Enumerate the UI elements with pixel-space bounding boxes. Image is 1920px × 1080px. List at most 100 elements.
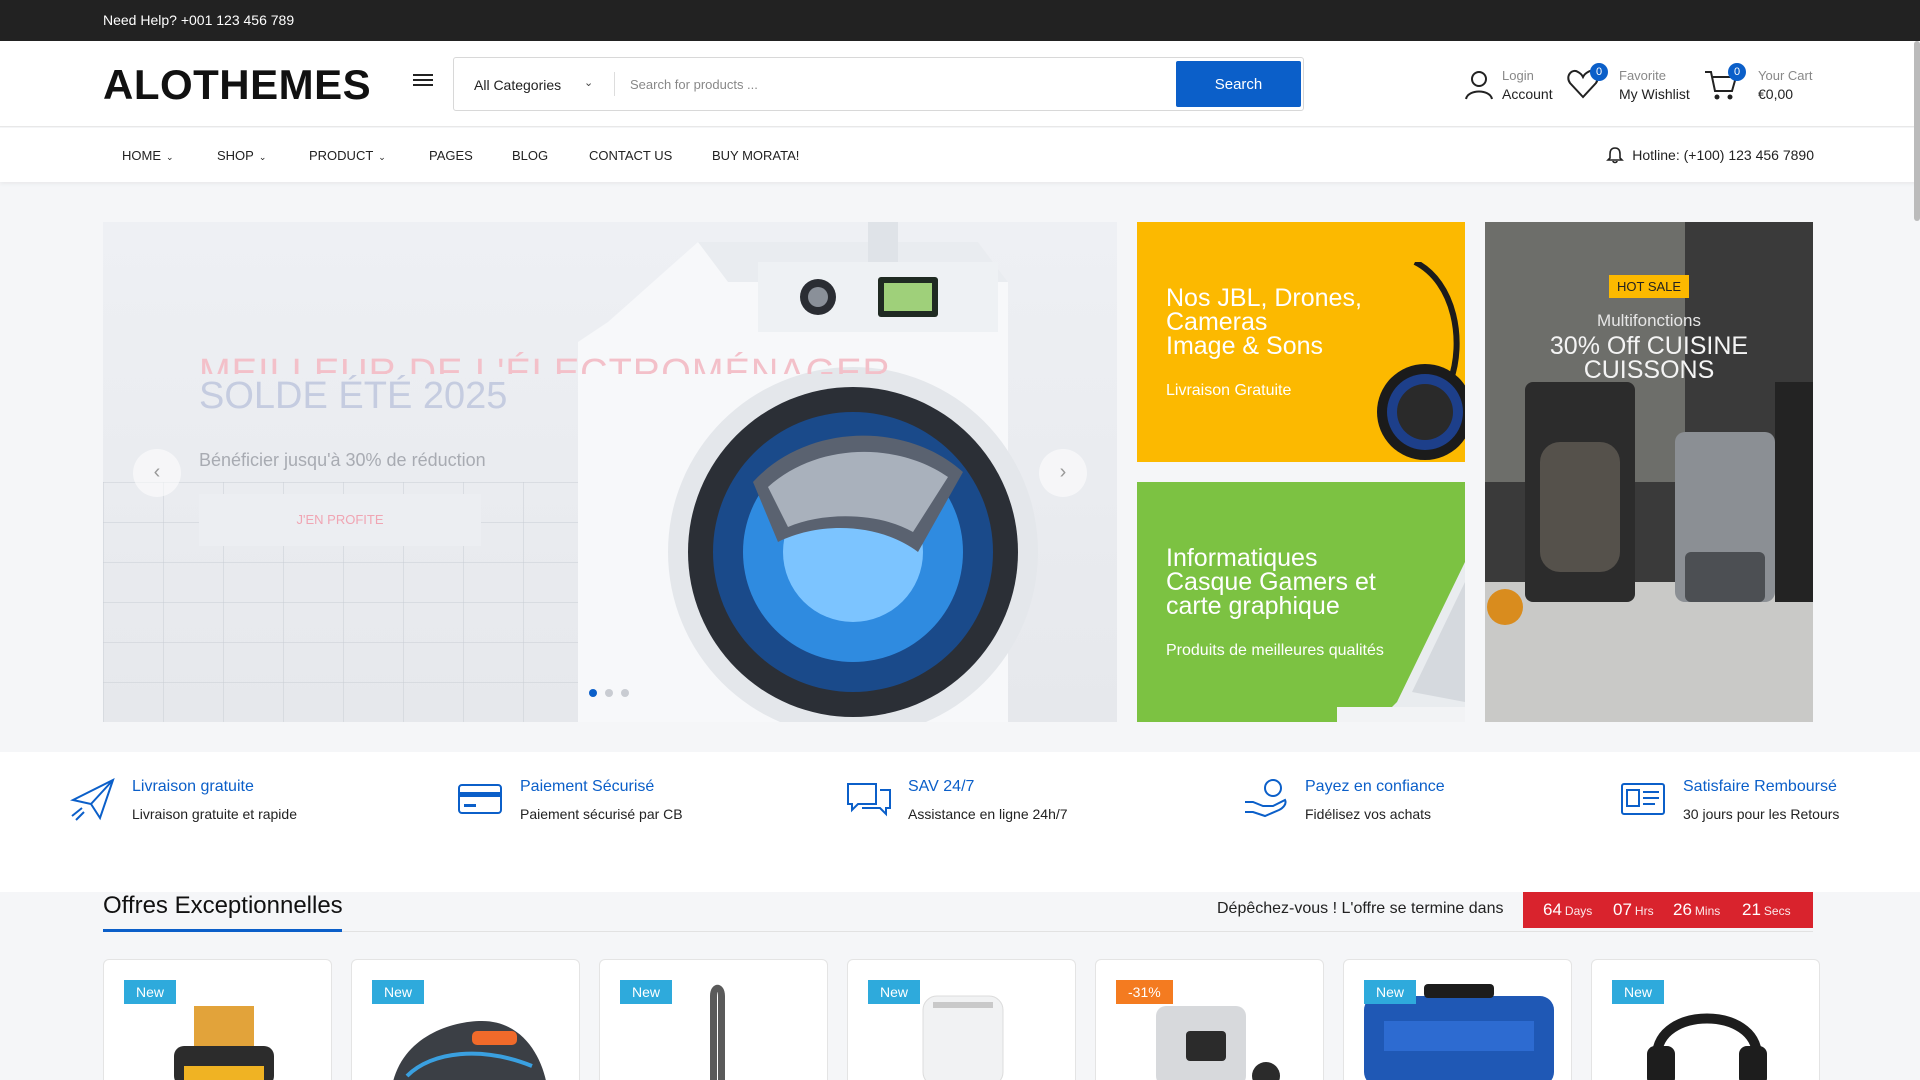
hero-title: SOLDE ÉTÉ 2025 (199, 375, 508, 417)
banner-title-line: carte graphique (1166, 592, 1340, 620)
feature-desc: Assistance en ligne 24h/7 (908, 806, 1068, 822)
nav-item-contact[interactable]: CONTACT US (589, 148, 672, 163)
banner-audio-subtitle: Livraison Gratuite (1166, 382, 1292, 399)
nav-label: PRODUCT (309, 148, 374, 163)
countdown-unit: Mins (1694, 904, 1721, 918)
countdown-unit: Hrs (1634, 904, 1654, 918)
nav-item-home[interactable]: HOME ⌄ (122, 148, 174, 163)
search-button[interactable]: Search (1176, 61, 1301, 107)
hero-slider: MEILLEUR DE L'ÉLECTROMÉNAGER SOLDE ÉTÉ 2… (103, 222, 1117, 722)
paper-plane-icon (70, 778, 115, 821)
slider-dot[interactable] (605, 689, 613, 697)
site-logo[interactable]: ALOTHEMES (103, 61, 371, 109)
countdown-value: 26 (1673, 900, 1692, 919)
nav-item-buy[interactable]: BUY MORATA! (712, 148, 799, 163)
banner-audio-title: Nos JBL, Drones, Cameras Image & Sons (1166, 284, 1362, 360)
chevron-down-icon: ⌄ (378, 152, 386, 162)
wishlist-count-badge: 0 (1590, 63, 1608, 81)
countdown-hours: 07 Hrs (1613, 900, 1654, 920)
main-nav: HOME ⌄ SHOP ⌄ PRODUCT ⌄ PAGES BLOG CONTACT … (0, 128, 1920, 182)
washing-machine-image (578, 222, 1038, 722)
search-bar: All Categories ⌄ Search (453, 57, 1304, 111)
credit-card-icon (458, 784, 502, 814)
nav-item-blog[interactable]: BLOG (512, 148, 548, 163)
banner-title-line: Nos JBL, Drones, (1166, 284, 1362, 312)
slider-next-icon[interactable]: › (1039, 449, 1087, 497)
product-card[interactable]: New (103, 959, 332, 1080)
headphones-image (1377, 262, 1465, 460)
product-tag: -31% (1116, 980, 1173, 1004)
countdown-value: 64 (1543, 900, 1562, 919)
countdown-unit: Secs (1763, 904, 1791, 918)
hurry-text: Dépêchez-vous ! L'offre se termine dans (1217, 900, 1504, 917)
banner-kitchen[interactable]: HOT SALE Multifonctions 30% Off CUISINE … (1485, 222, 1813, 722)
banner-computers-subtitle: Produits de meilleures qualités (1166, 642, 1384, 659)
nav-item-pages[interactable]: PAGES (429, 148, 473, 163)
account-label: Account (1502, 86, 1553, 102)
chevron-down-icon: ⌄ (166, 152, 174, 162)
chat-icon (847, 783, 891, 817)
banner-title-line: Image & Sons (1166, 332, 1324, 360)
banner-computers-title: Informatiques Casque Gamers et carte gra… (1166, 544, 1376, 620)
product-tag: New (1612, 980, 1665, 1004)
feature-desc: Livraison gratuite et rapide (132, 806, 297, 822)
nav-item-product[interactable]: PRODUCT ⌄ (309, 148, 386, 163)
product-tag: New (868, 980, 921, 1004)
product-card[interactable]: New (1591, 959, 1820, 1080)
product-tag: New (124, 980, 177, 1004)
product-card[interactable]: New (847, 959, 1076, 1080)
hotline-text: Hotline: (+100) 123 456 7890 (1632, 147, 1814, 163)
search-input[interactable] (630, 66, 1190, 102)
chevron-down-icon: ⌄ (584, 77, 594, 89)
banner-title-line: Informatiques (1166, 544, 1318, 572)
banner-title-line: Casque Gamers et (1166, 568, 1376, 596)
banner-kitchen-title: 30% Off CUISINE CUISSONS (1485, 332, 1813, 384)
features-bar: Livraison gratuite Livraison gratuite et… (0, 752, 1920, 892)
countdown-days: 64 Days (1543, 900, 1592, 920)
banner-audio[interactable]: Nos JBL, Drones, Cameras Image & Sons Li… (1137, 222, 1465, 462)
deals-title-underline (103, 929, 342, 932)
hamburger-menu-icon[interactable] (413, 71, 433, 91)
hot-sale-badge: HOT SALE (1609, 275, 1690, 298)
chevron-down-icon: ⌄ (258, 152, 267, 162)
cart-small-label: Your Cart (1758, 68, 1813, 83)
wishlist-link[interactable]: 0 Favorite My Wishlist (1566, 63, 1696, 105)
product-card[interactable]: New (599, 959, 828, 1080)
bell-icon (1606, 147, 1625, 164)
banner-title-line: 30% Off CUISINE (1549, 332, 1749, 360)
hero-cta-button[interactable]: J'EN PROFITE (199, 494, 481, 546)
slider-dot[interactable] (621, 689, 629, 697)
hero-kicker: MEILLEUR DE L'ÉLECTROMÉNAGER (199, 352, 891, 374)
countdown-minutes: 26 Mins (1673, 900, 1720, 920)
slider-dot[interactable] (589, 689, 597, 697)
product-card[interactable]: New (351, 959, 580, 1080)
feature-desc: 30 jours pour les Retours (1683, 806, 1840, 822)
wishlist-small-label: Favorite (1619, 68, 1666, 83)
feature-title: SAV 24/7 (908, 778, 975, 795)
cart-count-badge: 0 (1728, 63, 1746, 81)
slider-dots (589, 684, 637, 702)
product-tag: New (1364, 980, 1417, 1004)
nav-item-shop[interactable]: SHOP ⌄ (217, 148, 266, 163)
header: ALOTHEMES All Categories ⌄ Search Login … (0, 41, 1920, 127)
cart-total: €0,00 (1758, 86, 1794, 102)
hotline: Hotline: (+100) 123 456 7890 (1606, 146, 1814, 164)
wishlist-label: My Wishlist (1619, 86, 1690, 102)
page-scrollbar[interactable] (1914, 41, 1920, 221)
cart-link[interactable]: 0 Your Cart €0,00 (1704, 63, 1814, 105)
product-card[interactable]: -31% (1095, 959, 1324, 1080)
category-select[interactable]: All Categories ⌄ (454, 58, 614, 110)
feature-desc: Fidélisez vos achats (1305, 806, 1432, 822)
hero-subtitle: Bénéficier jusqu'à 30% de réduction (199, 450, 486, 470)
deals-section: Offres Exceptionnelles Dépêchez-vous ! L… (0, 892, 1920, 1080)
account-link[interactable]: Login Account (1462, 65, 1558, 105)
slider-prev-icon[interactable]: ‹ (133, 449, 181, 497)
nav-label: HOME (122, 148, 161, 163)
countdown-timer: 64 Days 07 Hrs 26 Mins 21 Secs (1523, 892, 1813, 928)
banner-title-line: CUISSONS (1583, 356, 1715, 384)
countdown-value: 07 (1613, 900, 1632, 919)
banner-kitchen-subtitle: Multifonctions (1597, 311, 1701, 330)
product-card[interactable]: New (1343, 959, 1572, 1080)
banner-computers[interactable]: Informatiques Casque Gamers et carte gra… (1137, 482, 1465, 722)
account-small-label: Login (1502, 68, 1534, 83)
